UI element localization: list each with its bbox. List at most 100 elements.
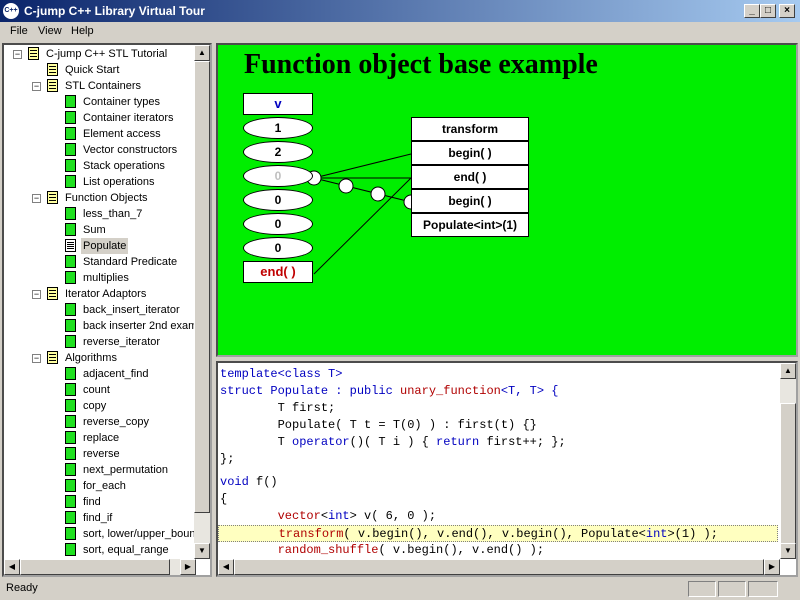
vector-cell: 2 xyxy=(243,141,313,163)
tree-item-label: Stack operations xyxy=(83,160,165,172)
code-token: Populate( T t = T(0) ) : first(t) {} xyxy=(220,418,537,432)
scroll-left-arrow-icon[interactable]: ◀ xyxy=(218,559,234,575)
collapse-icon[interactable]: − xyxy=(32,354,41,363)
page-icon xyxy=(65,255,76,268)
book-icon xyxy=(28,47,39,60)
code-line-current: transform( v.begin(), v.end(), v.begin()… xyxy=(218,525,778,542)
page-icon xyxy=(65,127,76,140)
tree-vscroll-thumb[interactable] xyxy=(194,61,210,513)
code-line: T first; xyxy=(220,400,336,417)
tree-item-label: copy xyxy=(83,400,107,412)
scroll-down-arrow-icon[interactable]: ▼ xyxy=(780,543,796,559)
code-lines: template<class T> struct Populate : publi… xyxy=(218,363,780,559)
collapse-icon[interactable]: − xyxy=(32,82,41,91)
scroll-up-arrow-icon[interactable]: ▲ xyxy=(194,45,210,61)
page-icon xyxy=(65,527,76,540)
tree-item-label: Quick Start xyxy=(65,64,120,76)
tree-item-label: for_each xyxy=(83,480,126,492)
page-icon xyxy=(65,175,76,188)
page-icon xyxy=(65,447,76,460)
code-token: T first; xyxy=(220,401,336,415)
tree-item-label: sort, lower/upper_boun xyxy=(83,528,196,540)
page-icon xyxy=(65,367,76,380)
code-token: { xyxy=(220,492,228,506)
function-begin-2: begin( ) xyxy=(411,189,529,213)
code-token: ( v.begin(), v.end(), v.begin(), Populat… xyxy=(343,527,646,541)
menu-file[interactable]: File xyxy=(10,25,28,37)
code-token: unary_function xyxy=(400,384,501,398)
connector-line xyxy=(313,177,412,275)
app-icon[interactable]: C++ xyxy=(3,3,19,19)
status-panel xyxy=(688,581,716,597)
code-vertical-scrollbar[interactable]: ▲ ▼ xyxy=(780,363,796,559)
collapse-icon[interactable]: − xyxy=(13,50,22,59)
tree-item-label: Container types xyxy=(83,96,161,108)
page-icon xyxy=(65,239,76,252)
collapse-icon[interactable]: − xyxy=(32,290,41,299)
code-token: transform xyxy=(278,527,344,541)
scroll-up-arrow-icon[interactable]: ▲ xyxy=(780,363,796,379)
page-icon xyxy=(65,383,76,396)
tree-item-label: sort, equal_range xyxy=(83,544,169,556)
page-icon xyxy=(65,543,76,556)
vector-cell: 1 xyxy=(243,117,313,139)
maximize-button[interactable]: □ xyxy=(760,4,776,18)
page-icon xyxy=(65,303,76,316)
tree-item-label: less_than_7 xyxy=(83,208,143,220)
book-icon xyxy=(47,191,58,204)
tree-item-label: Populate xyxy=(81,238,129,254)
collapse-icon[interactable]: − xyxy=(32,194,41,203)
code-token: T xyxy=(220,435,293,449)
status-panel xyxy=(748,581,778,597)
code-view[interactable]: template<class T> struct Populate : publi… xyxy=(216,361,798,577)
close-button[interactable]: × xyxy=(779,4,795,18)
status-bar: Ready xyxy=(0,579,800,600)
page-icon xyxy=(65,399,76,412)
tree-item-label: Function Objects xyxy=(65,192,148,204)
tree-item-label: STL Containers xyxy=(65,80,142,92)
code-horizontal-scrollbar[interactable]: ◀ ▶ xyxy=(218,559,780,575)
scroll-left-arrow-icon[interactable]: ◀ xyxy=(4,559,20,575)
tree-item-label: Iterator Adaptors xyxy=(65,288,147,300)
page-icon xyxy=(65,319,76,332)
tree-item-label: back_insert_iterator xyxy=(83,304,180,316)
function-begin-1: begin( ) xyxy=(411,141,529,165)
iterator-dot xyxy=(338,178,354,194)
tree-horizontal-scrollbar[interactable]: ◀ ▶ xyxy=(4,559,196,575)
scroll-down-arrow-icon[interactable]: ▼ xyxy=(194,543,210,559)
book-icon xyxy=(47,79,58,92)
scroll-right-arrow-icon[interactable]: ▶ xyxy=(180,559,196,575)
tree-item-label: Algorithms xyxy=(65,352,117,364)
window-title: C-jump C++ Library Virtual Tour xyxy=(24,4,205,18)
tree-item-label: back inserter 2nd exam xyxy=(83,320,196,332)
code-line: T operator()( T i ) { return first++; }; xyxy=(220,434,566,451)
minimize-button[interactable]: _ xyxy=(744,4,760,18)
menu-view[interactable]: View xyxy=(38,25,62,37)
code-token: f() xyxy=(248,475,278,489)
vector-label-box: v xyxy=(243,93,313,115)
page-icon xyxy=(65,479,76,492)
vector-cell: 0 xyxy=(243,213,313,235)
tree-item-label: Vector constructors xyxy=(83,144,178,156)
vector-cell-current: 0 xyxy=(243,165,313,187)
tree-item-label: find_if xyxy=(83,512,113,524)
page-icon xyxy=(65,511,76,524)
menu-help[interactable]: Help xyxy=(71,25,94,37)
menu-bar: File View Help xyxy=(0,22,800,41)
scroll-right-arrow-icon[interactable]: ▶ xyxy=(764,559,780,575)
code-hscroll-thumb[interactable] xyxy=(234,559,764,575)
title-bar: C++ C-jump C++ Library Virtual Tour _ □ … xyxy=(0,0,800,22)
tree-item-label: next_permutation xyxy=(83,464,168,476)
page-icon xyxy=(65,495,76,508)
code-token: ()( T i ) { xyxy=(349,435,437,449)
tree-vertical-scrollbar[interactable]: ▲ ▼ xyxy=(194,45,210,559)
tree-item-label: reverse_iterator xyxy=(83,336,161,348)
code-vscroll-thumb[interactable] xyxy=(780,403,796,553)
code-token: int xyxy=(328,509,350,523)
code-line: void f() xyxy=(220,474,278,491)
code-line: }; xyxy=(220,451,234,468)
page-icon xyxy=(65,271,76,284)
tree-hscroll-thumb[interactable] xyxy=(20,559,170,575)
